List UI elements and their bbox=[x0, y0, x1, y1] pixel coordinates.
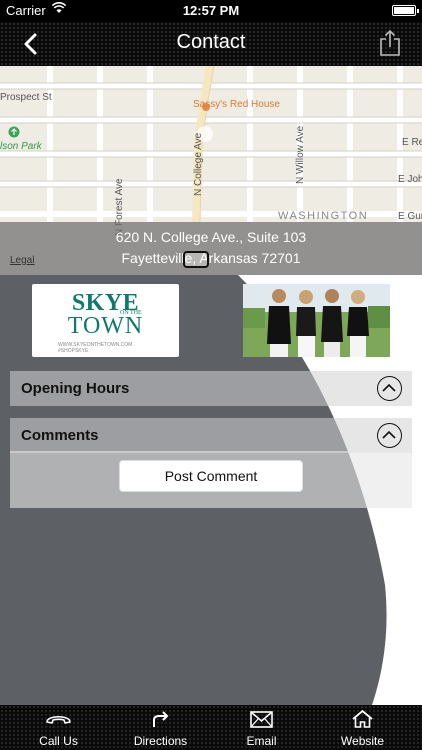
tab-website-label: Website bbox=[340, 734, 385, 748]
map-label-e-re: E Re bbox=[402, 137, 422, 148]
map-label-restaurant: Sassy's Red House bbox=[193, 99, 280, 110]
map-label-college-ave: N College Ave bbox=[193, 132, 204, 196]
tab-website[interactable]: Website bbox=[310, 705, 415, 750]
address-line-2: Fayetteville, Arkansas 72701 bbox=[121, 250, 301, 266]
address-overlay: 620 N. College Ave., Suite 103 Fayettevi… bbox=[0, 222, 422, 275]
share-icon[interactable] bbox=[378, 29, 402, 57]
map-label-washington: WASHINGTON bbox=[278, 210, 369, 222]
clock: 12:57 PM bbox=[182, 3, 240, 18]
store-logo: SKYE ON THE TOWN WWW.SKYEONTHETOWN.COM #… bbox=[32, 284, 179, 357]
chevron-up-icon[interactable] bbox=[377, 376, 402, 401]
store-photo bbox=[243, 284, 390, 357]
tab-email[interactable]: Email bbox=[209, 705, 314, 750]
map-label-park: lson Park bbox=[0, 141, 42, 152]
map-label-e-joh: E Joh bbox=[398, 174, 422, 185]
map-label-willow-ave: N Willow Ave bbox=[295, 125, 306, 184]
tab-call-us-label: Call Us bbox=[39, 734, 78, 748]
status-bar: Carrier 12:57 PM bbox=[0, 0, 422, 22]
phone-icon bbox=[6, 709, 111, 729]
map-legal-link[interactable]: Legal bbox=[10, 255, 34, 266]
tab-directions[interactable]: Directions bbox=[108, 705, 213, 750]
map-label-e-gur: E Gur bbox=[398, 211, 422, 222]
tab-email-label: Email bbox=[246, 734, 277, 748]
location-map[interactable]: Prospect St lson Park Sassy's Red House … bbox=[0, 66, 422, 275]
content-area: SKYE ON THE TOWN WWW.SKYEONTHETOWN.COM #… bbox=[0, 275, 422, 705]
post-comment-button[interactable]: Post Comment bbox=[119, 460, 303, 492]
map-pin-icon[interactable] bbox=[183, 251, 209, 268]
comments-header[interactable]: Comments bbox=[10, 418, 412, 453]
logo-hashtag: #SHOPSKYE bbox=[58, 348, 89, 354]
opening-hours-header[interactable]: Opening Hours bbox=[10, 371, 412, 406]
tab-bar: Call Us Directions Email Website bbox=[0, 705, 422, 750]
home-icon bbox=[310, 709, 415, 729]
map-label-prospect-st: Prospect St bbox=[0, 92, 52, 103]
envelope-icon bbox=[209, 709, 314, 729]
comments-label: Comments bbox=[21, 427, 99, 444]
directions-arrow-icon bbox=[108, 709, 213, 729]
tab-call-us[interactable]: Call Us bbox=[6, 705, 111, 750]
chevron-up-icon[interactable] bbox=[377, 423, 402, 448]
page-title: Contact bbox=[176, 31, 246, 53]
logo-line-3: TOWN bbox=[67, 313, 144, 339]
navigation-bar: Contact bbox=[0, 22, 422, 66]
address-line-1: 620 N. College Ave., Suite 103 bbox=[115, 229, 307, 245]
opening-hours-label: Opening Hours bbox=[21, 380, 130, 397]
battery-icon bbox=[392, 5, 419, 16]
tab-directions-label: Directions bbox=[133, 734, 188, 748]
